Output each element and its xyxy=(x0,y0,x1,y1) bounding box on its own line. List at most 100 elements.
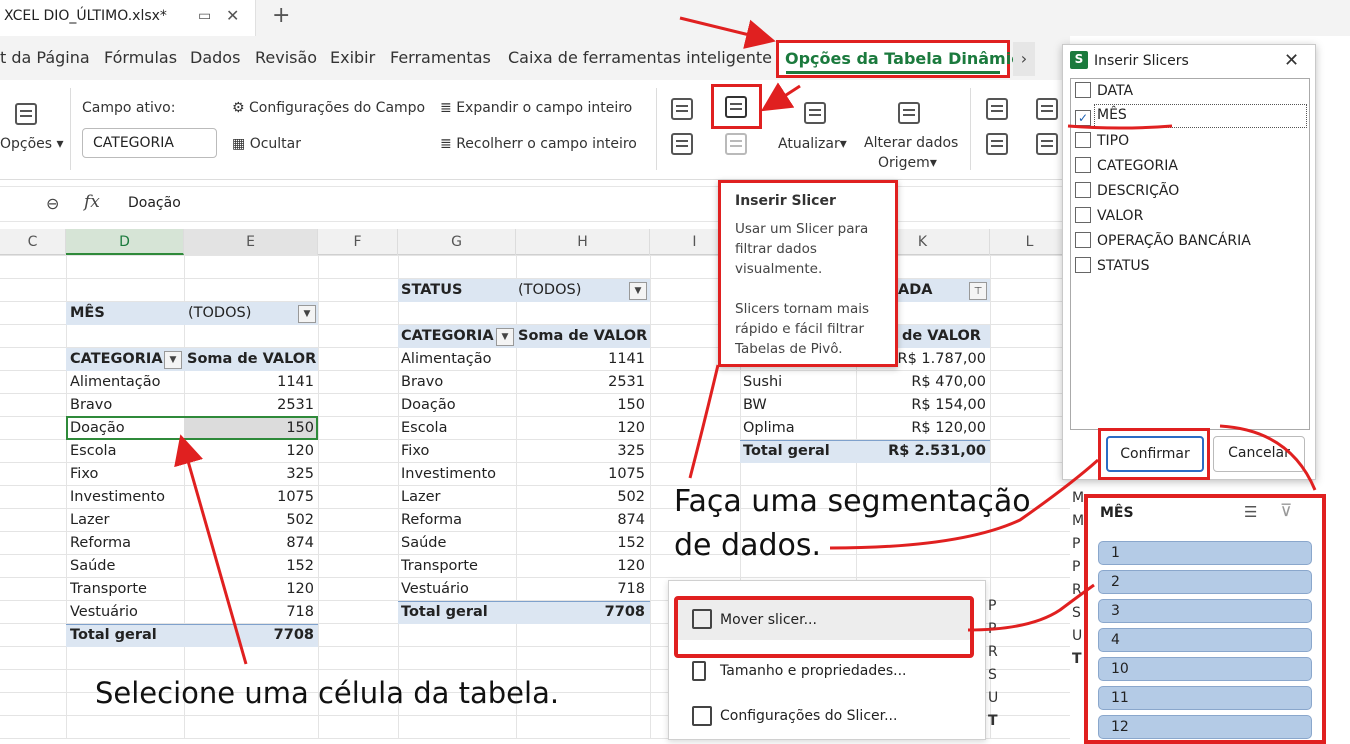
pivot2-value-cell[interactable]: 325 xyxy=(518,440,645,463)
options-button[interactable]: Opções ▾ xyxy=(0,136,64,152)
pivot1-value-cell[interactable]: 718 xyxy=(188,601,314,624)
zoom-icon[interactable]: ⊖ xyxy=(46,194,59,213)
pivot1-value-cell[interactable]: 152 xyxy=(188,555,314,578)
pivot1-category-cell[interactable]: Alimentação xyxy=(70,371,180,394)
pivot2-category-cell[interactable]: Vestuário xyxy=(401,578,511,601)
refresh-button[interactable]: Atualizar▾ xyxy=(778,136,847,152)
tab-tools[interactable]: Ferramentas xyxy=(390,48,491,67)
pivot1-category-cell[interactable]: Lazer xyxy=(70,509,180,532)
column-header-l[interactable]: L xyxy=(990,229,1070,255)
pivot2-category-cell[interactable]: Alimentação xyxy=(401,348,511,371)
pivot1-value-cell[interactable]: 325 xyxy=(188,463,314,486)
tab-scroll-right-button[interactable]: › xyxy=(1013,42,1035,76)
menu-item-size-properties[interactable]: Tamanho e propriedades... xyxy=(720,663,907,679)
checked-checkbox-icon[interactable]: ✓ xyxy=(1075,110,1091,126)
pivot1-category-cell[interactable]: Investimento xyxy=(70,486,180,509)
change-source-button-line2[interactable]: Origem▾ xyxy=(878,155,937,171)
pivot1-value-cell[interactable]: 502 xyxy=(188,509,314,532)
pivot-options-icon[interactable] xyxy=(15,103,37,125)
new-tab-icon[interactable]: + xyxy=(272,3,290,28)
cancel-button[interactable]: Cancelar xyxy=(1213,436,1305,472)
slicer-field-option[interactable]: DATA xyxy=(1075,82,1133,104)
column-header-e[interactable]: E xyxy=(184,229,318,255)
slicer-item[interactable]: 10 xyxy=(1098,657,1312,681)
collapse-field-button[interactable]: ≣ Recolherr o campo inteiro xyxy=(440,136,637,152)
checkbox-icon[interactable] xyxy=(1075,207,1091,223)
change-source-button-line1[interactable]: Alterar dados xyxy=(864,135,958,151)
pivot2-category-cell[interactable]: Saúde xyxy=(401,532,511,555)
checkbox-icon[interactable] xyxy=(1075,157,1091,173)
pivot1-value-cell[interactable]: 1141 xyxy=(188,371,314,394)
slicer-item[interactable]: 11 xyxy=(1098,686,1312,710)
slicer-item[interactable]: 4 xyxy=(1098,628,1312,652)
slicer-item[interactable]: 1 xyxy=(1098,541,1312,565)
move-pivot-icon[interactable] xyxy=(1036,98,1058,120)
tab-review[interactable]: Revisão xyxy=(255,48,317,67)
pivot1-category-cell[interactable]: Saúde xyxy=(70,555,180,578)
pivot1-category-dropdown[interactable]: ▼ xyxy=(164,351,182,369)
pivot3-value-cell[interactable]: R$ 120,00 xyxy=(860,417,986,440)
checkbox-icon[interactable] xyxy=(1075,257,1091,273)
checkbox-icon[interactable] xyxy=(1075,82,1091,98)
function-icon[interactable]: fx xyxy=(84,192,100,212)
pivot3-value-cell[interactable]: R$ 154,00 xyxy=(860,394,986,417)
pivot2-category-cell[interactable]: Bravo xyxy=(401,371,511,394)
refresh-icon[interactable] xyxy=(804,102,826,124)
dialog-close-icon[interactable]: ✕ xyxy=(1284,50,1299,71)
pivot2-value-cell[interactable]: 874 xyxy=(518,509,645,532)
slicer-field-option[interactable]: CATEGORIA xyxy=(1075,157,1178,179)
pivot2-value-cell[interactable]: 2531 xyxy=(518,371,645,394)
column-header-d[interactable]: D xyxy=(66,229,184,255)
pivot1-value-cell[interactable]: 874 xyxy=(188,532,314,555)
ungroup-icon[interactable] xyxy=(671,133,693,155)
slicer-field-option[interactable]: VALOR xyxy=(1075,207,1143,229)
slicer-item[interactable]: 3 xyxy=(1098,599,1312,623)
pivot2-category-cell[interactable]: Investimento xyxy=(401,463,511,486)
slicer-field-option[interactable]: ✓ MÊS xyxy=(1075,107,1127,129)
pivot2-value-cell[interactable]: 152 xyxy=(518,532,645,555)
pivot2-filter-dropdown[interactable]: ▼ xyxy=(629,282,647,300)
slicer-field-option[interactable]: DESCRIÇÃO xyxy=(1075,182,1179,204)
formula-input[interactable]: Doação xyxy=(128,195,181,211)
pivot2-filter-value[interactable]: (TODOS) xyxy=(518,279,618,302)
pivot2-value-cell[interactable]: 1141 xyxy=(518,348,645,371)
pivot1-value-cell[interactable]: 120 xyxy=(188,440,314,463)
tab-data[interactable]: Dados xyxy=(190,48,240,67)
expand-field-button[interactable]: ≣ Expandir o campo inteiro xyxy=(440,100,632,116)
pivot3-category-cell[interactable]: Oplima xyxy=(743,417,853,440)
pivot2-value-cell[interactable]: 502 xyxy=(518,486,645,509)
close-tab-icon[interactable]: ✕ xyxy=(226,6,239,25)
pivot1-value-cell[interactable]: 2531 xyxy=(188,394,314,417)
pivot2-category-dropdown[interactable]: ▼ xyxy=(496,328,514,346)
slicer-field-option[interactable]: TIPO xyxy=(1075,132,1129,154)
pivot3-value-cell[interactable]: R$ 470,00 xyxy=(860,371,986,394)
slicer-item[interactable]: 12 xyxy=(1098,715,1312,739)
column-header-g[interactable]: G xyxy=(398,229,516,255)
pivot1-category-cell[interactable]: Vestuário xyxy=(70,601,180,624)
pivot2-category-cell[interactable]: Doação xyxy=(401,394,511,417)
tab-smart-toolbox[interactable]: Caixa de ferramentas inteligente xyxy=(508,48,772,67)
selected-cell[interactable] xyxy=(66,416,318,440)
pivot2-value-cell[interactable]: 120 xyxy=(518,555,645,578)
clear-filter-icon[interactable]: ⊽ xyxy=(1280,501,1292,521)
field-settings-button[interactable]: ⚙ Configurações do Campo xyxy=(232,100,425,116)
pivot2-category-cell[interactable]: Escola xyxy=(401,417,511,440)
pivot1-category-cell[interactable]: Bravo xyxy=(70,394,180,417)
pivot3-filter-active-icon[interactable]: ⊤ xyxy=(969,282,987,300)
slicer-field-option[interactable]: OPERAÇÃO BANCÁRIA xyxy=(1075,232,1251,254)
pivot3-category-cell[interactable]: BW xyxy=(743,394,853,417)
tab-formulas[interactable]: Fórmulas xyxy=(104,48,177,67)
column-header-f[interactable]: F xyxy=(318,229,398,255)
slicer-field-option[interactable]: STATUS xyxy=(1075,257,1150,279)
column-header-c[interactable]: C xyxy=(0,229,66,255)
column-header-h[interactable]: H xyxy=(516,229,650,255)
tab-page-layout[interactable]: t da Página xyxy=(0,48,90,67)
pivot1-category-cell[interactable]: Reforma xyxy=(70,532,180,555)
pivot1-filter-value[interactable]: (TODOS) xyxy=(188,302,288,325)
monitor-icon[interactable]: ▭ xyxy=(198,8,211,24)
pivot2-value-cell[interactable]: 120 xyxy=(518,417,645,440)
pivot2-value-cell[interactable]: 718 xyxy=(518,578,645,601)
pivot1-category-cell[interactable]: Transporte xyxy=(70,578,180,601)
select-icon[interactable] xyxy=(986,133,1008,155)
hide-button[interactable]: ▦ Ocultar xyxy=(232,136,301,152)
